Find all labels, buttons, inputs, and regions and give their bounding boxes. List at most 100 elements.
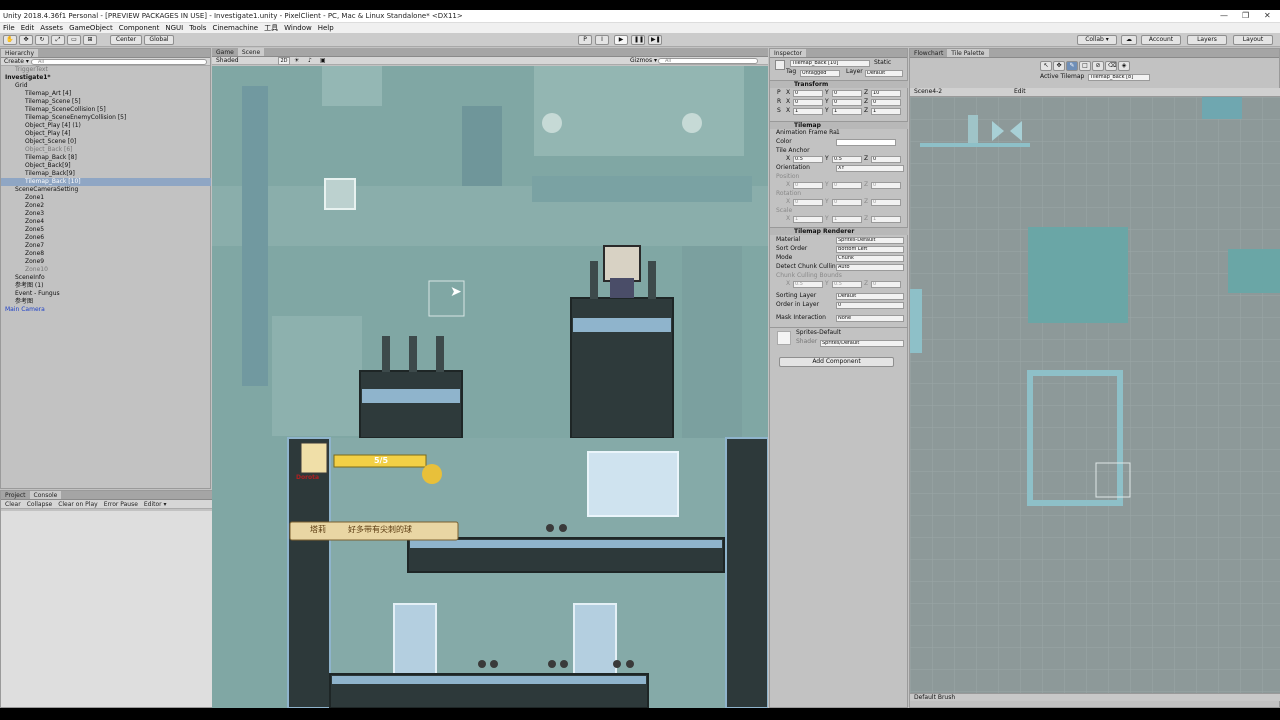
effects-toggle-icon[interactable]: ▣ [320, 57, 326, 65]
transform-header[interactable]: Transform [770, 80, 908, 88]
hierarchy-item[interactable]: 参考图 [1, 298, 211, 306]
tilemap-renderer-header[interactable]: Tilemap Renderer [770, 227, 908, 235]
cloud-icon[interactable]: ☁ [1121, 35, 1137, 45]
axis-x-field[interactable]: 1 [793, 216, 823, 223]
axis-y-field[interactable]: 0.5 [832, 281, 862, 288]
collab-button[interactable]: Collab ▾ [1077, 35, 1117, 45]
hierarchy-item[interactable]: Object_Back [6] [1, 146, 211, 154]
axis-x-field[interactable]: 0 [793, 182, 823, 189]
menu-window[interactable]: Window [284, 23, 312, 33]
hierarchy-item[interactable]: TriggerText [1, 66, 211, 74]
layout-button[interactable]: Layout [1233, 35, 1273, 45]
account-button[interactable]: Account [1141, 35, 1181, 45]
orientation-dropdown[interactable]: XY [836, 165, 904, 172]
hierarchy-item[interactable]: 参考图 (1) [1, 282, 211, 290]
axis-y-field[interactable]: 0 [832, 199, 862, 206]
hierarchy-item[interactable]: SceneInfo [1, 274, 211, 282]
axis-y-field[interactable]: 0.5 [832, 156, 862, 163]
brush-dropdown[interactable]: Default Brush [914, 694, 955, 702]
box-fill-icon[interactable]: □ [1079, 61, 1091, 71]
minimize-icon[interactable]: — [1220, 11, 1228, 20]
color-swatch[interactable] [836, 139, 896, 146]
hierarchy-item[interactable]: Zone8 [1, 250, 211, 258]
pause-button[interactable]: ❚❚ [631, 35, 645, 45]
axis-z-field[interactable]: 10 [871, 90, 901, 97]
hierarchy-item[interactable]: Main Camera [1, 306, 211, 314]
mask-interaction-dropdown[interactable]: None [836, 315, 904, 322]
anim-frame-value[interactable]: 1 [836, 129, 840, 137]
axis-x-field[interactable]: 0 [793, 99, 823, 106]
axis-z-field[interactable]: 0 [871, 199, 901, 206]
axis-x-field[interactable]: 0.5 [793, 156, 823, 163]
maximize-icon[interactable]: ❐ [1242, 11, 1249, 20]
sorting-layer-dropdown[interactable]: Default [836, 293, 904, 300]
move-tool-icon[interactable]: ✥ [19, 35, 33, 45]
editor-dropdown[interactable]: Editor ▾ [142, 500, 169, 508]
axis-z-field[interactable]: 0 [871, 182, 901, 189]
tilemap-header[interactable]: Tilemap [770, 121, 908, 129]
axis-x-field[interactable]: 1 [793, 108, 823, 115]
order-in-layer-field[interactable]: 0 [836, 302, 904, 309]
scene-viewport[interactable]: 5/5 Dorota 塔莉 好多带有尖刺的球 ➤ [212, 66, 768, 708]
axis-x-field[interactable]: 0 [793, 90, 823, 97]
menu-help[interactable]: Help [318, 23, 334, 33]
scene-search-input[interactable]: All [658, 58, 758, 64]
tag-dropdown[interactable]: Untagged [800, 70, 840, 77]
create-dropdown[interactable]: Create ▾ [4, 58, 29, 66]
tab-scene[interactable]: Scene [237, 48, 265, 56]
eraser-icon[interactable]: ⌫ [1105, 61, 1117, 71]
hierarchy-item[interactable]: Investigate1* [1, 74, 211, 82]
renderer-row-dropdown[interactable]: Auto [836, 264, 904, 271]
menu-edit[interactable]: Edit [21, 23, 35, 33]
hierarchy-item[interactable]: Tilemap_Back[9] [1, 170, 211, 178]
tab-tile-palette[interactable]: Tile Palette [947, 49, 989, 57]
axis-y-field[interactable]: 0 [832, 182, 862, 189]
hierarchy-item[interactable]: SceneCameraSetting [1, 186, 211, 194]
step-button[interactable]: ▶❚ [648, 35, 662, 45]
add-component-button[interactable]: Add Component [779, 357, 894, 367]
hierarchy-item[interactable]: Object_Play [4] [1, 130, 211, 138]
hierarchy-item[interactable]: Zone10 [1, 266, 211, 274]
scale-tool-icon[interactable]: ⤢ [51, 35, 65, 45]
hierarchy-item[interactable]: Tilemap_SceneCollision [5] [1, 106, 211, 114]
axis-x-field[interactable]: 0 [793, 199, 823, 206]
play-button[interactable]: ▶ [614, 35, 628, 45]
static-checkbox-label[interactable]: Static [874, 59, 891, 67]
axis-z-field[interactable]: 0 [871, 99, 901, 106]
axis-y-field[interactable]: 0 [832, 99, 862, 106]
active-tilemap-dropdown[interactable]: Tilemap_Back [8] [1088, 74, 1150, 81]
hand-tool-icon[interactable]: ✋ [3, 35, 17, 45]
pivot-toggle-button[interactable]: Center [110, 35, 142, 45]
layers-button[interactable]: Layers [1187, 35, 1227, 45]
picker-icon[interactable]: ⊘ [1092, 61, 1104, 71]
hierarchy-item[interactable]: Zone1 [1, 194, 211, 202]
hierarchy-item[interactable]: Object_Scene [0] [1, 138, 211, 146]
menu-file[interactable]: File [3, 23, 15, 33]
hierarchy-item[interactable]: Zone7 [1, 242, 211, 250]
palette-dropdown[interactable]: Scene4-2 [914, 88, 942, 96]
shader-dropdown[interactable]: Sprites/Default [820, 340, 904, 347]
axis-y-field[interactable]: 0 [832, 90, 862, 97]
hierarchy-item[interactable]: Zone6 [1, 234, 211, 242]
object-name-field[interactable]: Tilemap_Back [10] [790, 60, 870, 67]
renderer-row-dropdown[interactable]: Chunk [836, 255, 904, 262]
clear-on-play-button[interactable]: Clear on Play [56, 500, 100, 508]
fill-bucket-icon[interactable]: ◈ [1118, 61, 1130, 71]
rotate-tool-icon[interactable]: ↻ [35, 35, 49, 45]
menu-assets[interactable]: Assets [40, 23, 63, 33]
axis-z-field[interactable]: 0 [871, 156, 901, 163]
pen-icon[interactable]: P [578, 35, 592, 45]
hierarchy-item[interactable]: Object_Play [4] (1) [1, 122, 211, 130]
hierarchy-item[interactable]: Tilemap_Scene [5] [1, 98, 211, 106]
hierarchy-item[interactable]: Tilemap_Back [8] [1, 154, 211, 162]
axis-y-field[interactable]: 1 [832, 108, 862, 115]
axis-z-field[interactable]: 1 [871, 108, 901, 115]
menu-gongju[interactable]: 工具 [264, 23, 278, 33]
tab-game[interactable]: Game [212, 48, 238, 56]
transform-tool-icon[interactable]: ⊞ [83, 35, 97, 45]
hierarchy-search-input[interactable]: All [31, 59, 207, 65]
lighting-toggle-icon[interactable]: ☀ [294, 57, 299, 65]
hierarchy-item[interactable]: Object_Back[9] [1, 162, 211, 170]
error-pause-button[interactable]: Error Pause [102, 500, 140, 508]
axis-x-field[interactable]: 0.5 [793, 281, 823, 288]
